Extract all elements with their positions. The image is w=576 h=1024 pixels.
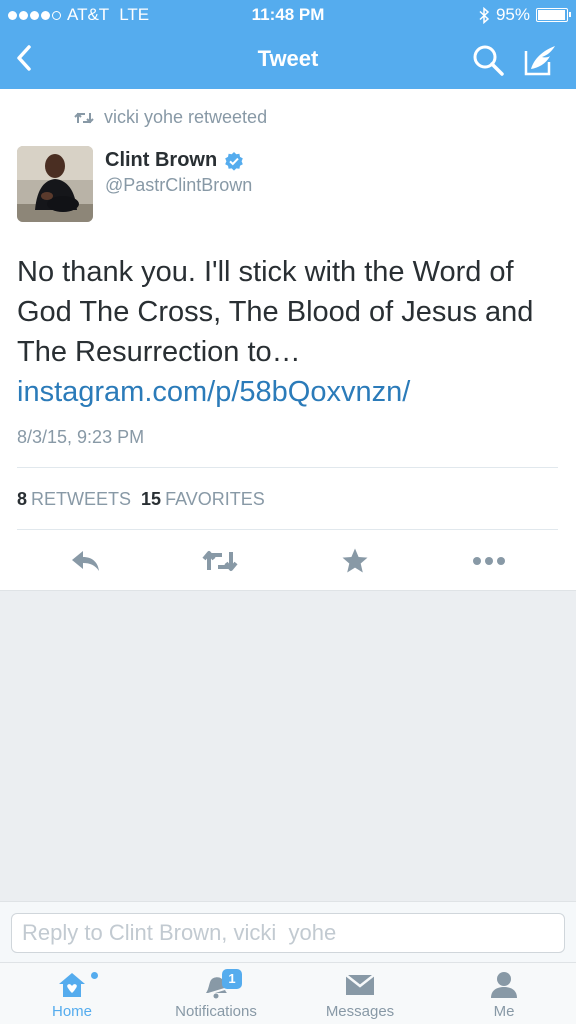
more-icon (473, 557, 505, 565)
tweet-timestamp: 8/3/15, 9:23 PM (17, 427, 145, 447)
author-photo (17, 146, 93, 222)
status-bar: AT&T LTE 11:48 PM 95% (0, 0, 576, 30)
author-name[interactable]: Clint Brown (105, 149, 244, 172)
reply-bar (0, 901, 576, 962)
favorites-count: 15 (141, 489, 162, 509)
messages-icon (345, 974, 375, 995)
divider (17, 467, 558, 468)
tweet-body: No thank you. I'll stick with the Word o… (17, 256, 534, 368)
tab-notifications[interactable]: 1 Notifications (144, 963, 288, 1024)
favorites-label: FAVORITES (165, 489, 265, 509)
favorite-button[interactable] (337, 544, 373, 578)
retweet-context: vicki yohe retweeted (74, 107, 267, 128)
reply-icon (72, 551, 99, 571)
retweets-stat[interactable]: 8 RETWEETS (17, 489, 131, 510)
verified-badge-icon (225, 151, 244, 171)
search-icon (473, 45, 504, 76)
tab-messages[interactable]: Messages (288, 963, 432, 1024)
tab-label: Me (493, 1003, 515, 1020)
tab-me[interactable]: Me (432, 963, 576, 1024)
favorite-icon (342, 548, 368, 573)
home-icon (59, 973, 85, 997)
divider (17, 529, 558, 530)
tab-label: Home (51, 1003, 92, 1020)
notification-badge: 1 (222, 969, 242, 989)
new-content-dot (91, 972, 98, 979)
reply-button[interactable] (68, 544, 104, 578)
battery-icon (536, 8, 571, 22)
tab-bar: Home 1 Notifications Messages Me (0, 962, 576, 1024)
battery-percent: 95% (495, 5, 530, 24)
home-tab-icon (52, 969, 92, 1001)
messages-tab-icon (340, 969, 380, 1001)
compose-icon (524, 46, 555, 76)
tab-home[interactable]: Home (0, 963, 144, 1024)
header: AT&T LTE 11:48 PM 95% Tweet (0, 0, 576, 89)
retweets-label: RETWEETS (31, 489, 132, 509)
author-name-text: Clint Brown (105, 149, 218, 171)
avatar[interactable] (17, 146, 93, 222)
reply-input[interactable] (11, 913, 565, 953)
favorites-stat[interactable]: 15 FAVORITES (141, 489, 265, 510)
tweet-detail: vicki yohe retweeted Clint Brown @PastrC… (0, 89, 576, 591)
retweets-count: 8 (17, 489, 28, 509)
nav-bar: Tweet (0, 30, 576, 89)
author-handle[interactable]: @PastrClintBrown (105, 175, 252, 196)
compose-button[interactable] (522, 42, 558, 78)
more-button[interactable] (471, 544, 507, 578)
retweet-button[interactable] (202, 544, 238, 578)
tab-label: Notifications (175, 1003, 257, 1020)
retweet-icon (202, 551, 238, 571)
tweet-stats: 8 RETWEETS 15 FAVORITES (17, 489, 265, 510)
search-button[interactable] (470, 42, 506, 78)
person-icon (491, 972, 517, 998)
tweet-link[interactable]: instagram.com/p/58bQoxvnzn/ (17, 376, 410, 408)
retweeted-by-text: vicki yohe retweeted (104, 107, 268, 127)
me-tab-icon (484, 969, 524, 1001)
tweet-text: No thank you. I'll stick with the Word o… (17, 252, 562, 412)
tab-label: Messages (325, 1003, 395, 1020)
status-right: 95% (479, 5, 571, 25)
retweet-small-icon (74, 112, 94, 123)
bluetooth-icon (479, 6, 490, 24)
